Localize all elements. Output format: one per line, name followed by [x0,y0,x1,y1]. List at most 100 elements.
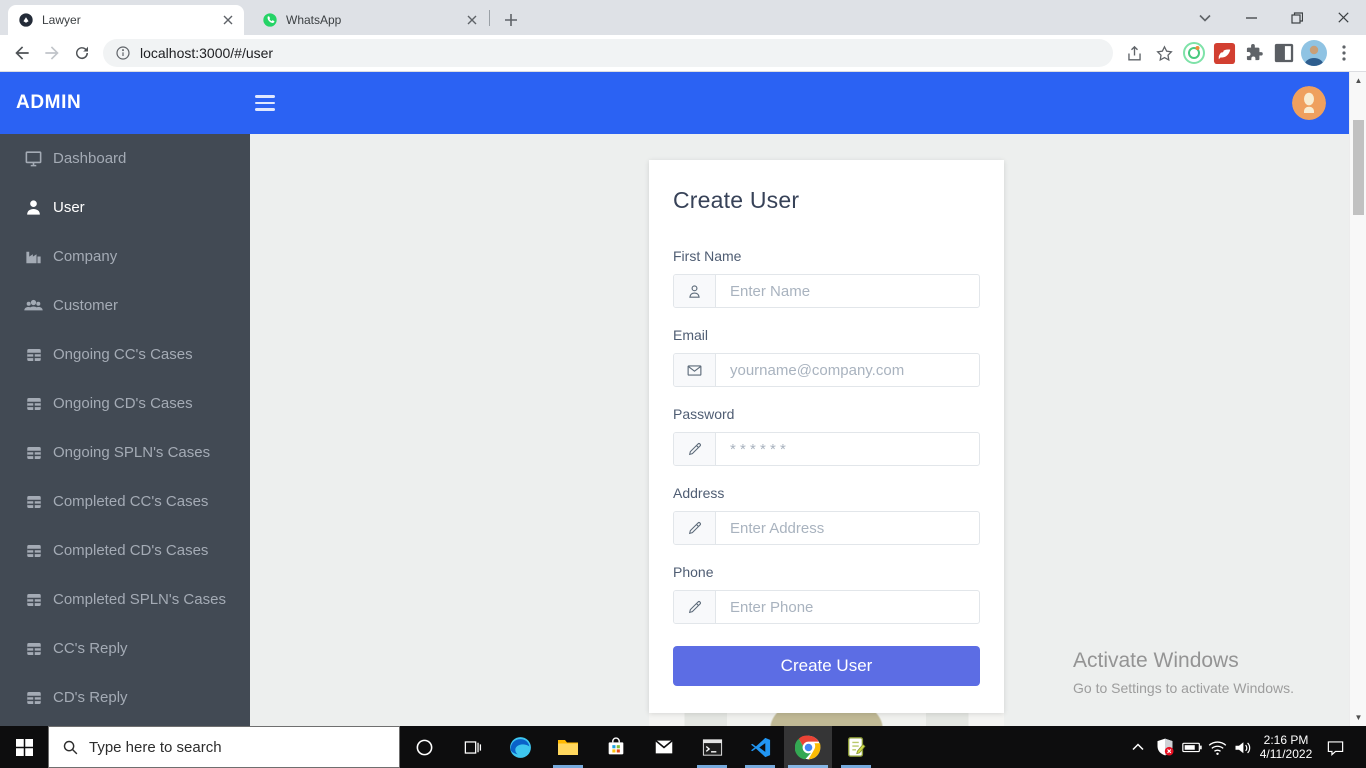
sidebar-item-dashboard[interactable]: Dashboard [0,134,250,183]
start-button[interactable] [0,726,48,768]
text-input[interactable] [716,591,979,623]
close-window-button[interactable] [1320,0,1366,35]
page-info-icon[interactable] [115,45,131,61]
share-icon[interactable] [1119,38,1149,68]
extension-dark-icon[interactable] [1269,38,1299,68]
clock-time: 2:16 PM [1263,733,1309,747]
url-text: localhost:3000/#/user [140,45,274,61]
tab-search-chevron-icon[interactable] [1182,0,1228,35]
forward-button[interactable] [37,38,67,68]
microsoft-store-icon[interactable] [592,726,640,768]
scrollbar-up-arrow[interactable]: ▲ [1350,72,1366,89]
table-icon [23,638,44,659]
extensions-puzzle-icon[interactable] [1239,38,1269,68]
reload-button[interactable] [67,38,97,68]
taskbar-search[interactable] [48,726,400,768]
sidebar-item-label: User [53,199,85,216]
whatsapp-favicon-icon [262,12,278,28]
people-icon [23,295,44,316]
text-input[interactable] [716,275,979,307]
cortana-icon[interactable] [400,726,448,768]
command-prompt-icon[interactable] [688,726,736,768]
sidebar-item-ongoing-cc-s-cases[interactable]: Ongoing CC's Cases [0,330,250,379]
taskbar-search-input[interactable] [89,738,359,756]
sidebar-item-cd-s-reply[interactable]: CD's Reply [0,673,250,722]
table-icon [23,393,44,414]
page-viewport: ADMIN Dashboard User Company Customer On… [0,72,1366,726]
tab-close-icon[interactable] [464,12,480,28]
wifi-icon[interactable] [1205,726,1229,768]
tab-close-icon[interactable] [220,12,236,28]
vscode-icon[interactable] [736,726,784,768]
tray-chevron-up-icon[interactable] [1126,726,1150,768]
form-group-first-name: First Name [673,249,980,308]
screen: Lawyer WhatsApp localhost:3000/#/user AD… [0,0,1366,768]
sidebar-item-label: Ongoing SPLN's Cases [53,444,211,461]
scrollbar-down-arrow[interactable]: ▼ [1350,709,1366,726]
text-input[interactable] [716,433,979,465]
sidebar-item-ongoing-cd-s-cases[interactable]: Ongoing CD's Cases [0,379,250,428]
extension-green-icon[interactable] [1179,38,1209,68]
sidebar-item-label: Ongoing CC's Cases [53,346,193,363]
browser-profile-avatar[interactable] [1299,38,1329,68]
scrollbar-thumb[interactable] [1353,120,1364,215]
sidebar-item-ongoing-spln-s-cases[interactable]: Ongoing SPLN's Cases [0,428,250,477]
chrome-icon[interactable] [784,726,832,768]
notepad-plus-plus-icon[interactable] [832,726,880,768]
table-icon [23,344,44,365]
volume-icon[interactable] [1230,726,1254,768]
monitor-icon [23,148,44,169]
form-group-address: Address [673,486,980,545]
sidebar-item-company[interactable]: Company [0,232,250,281]
restore-button[interactable] [1274,0,1320,35]
page-scrollbar[interactable]: ▲ ▼ [1349,72,1366,726]
watermark-subtitle: Go to Settings to activate Windows. [1073,680,1294,696]
text-input[interactable] [716,512,979,544]
input-group [673,511,980,545]
defender-alert-icon[interactable] [1153,726,1177,768]
table-icon [23,491,44,512]
input-group [673,274,980,308]
pencil-icon [674,591,716,623]
taskbar-clock[interactable]: 2:16 PM 4/11/2022 [1256,726,1316,768]
clock-date: 4/11/2022 [1259,747,1313,761]
new-tab-button[interactable] [498,7,524,33]
browser-menu-kebab-icon[interactable] [1329,38,1359,68]
create-user-card: Create User First Name Email [649,160,1004,713]
activate-windows-watermark: Activate Windows Go to Settings to activ… [1073,648,1294,697]
sidebar-item-user[interactable]: User [0,183,250,232]
file-explorer-icon[interactable] [544,726,592,768]
input-group [673,590,980,624]
sidebar-item-label: Completed CC's Cases [53,493,209,510]
main-content: Create User First Name Email [250,134,1349,726]
mail-icon[interactable] [640,726,688,768]
sidebar-toggle-hamburger-icon[interactable] [255,95,275,111]
sidebar-item-customer[interactable]: Customer [0,281,250,330]
sidebar-item-cc-s-reply[interactable]: CC's Reply [0,624,250,673]
battery-icon[interactable] [1180,726,1204,768]
extension-red-icon[interactable] [1209,38,1239,68]
text-input[interactable] [716,354,979,386]
edge-icon[interactable] [496,726,544,768]
pencil-icon [674,512,716,544]
sidebar-item-completed-cc-s-cases[interactable]: Completed CC's Cases [0,477,250,526]
user-avatar[interactable] [1292,86,1326,120]
action-center-icon[interactable] [1320,726,1350,768]
browser-tab-whatsapp[interactable]: WhatsApp [252,5,488,35]
table-icon [23,540,44,561]
field-label: First Name [673,248,742,264]
minimize-button[interactable] [1228,0,1274,35]
bookmark-star-icon[interactable] [1149,38,1179,68]
factory-icon [23,246,44,267]
url-bar[interactable]: localhost:3000/#/user [103,39,1113,67]
input-group [673,353,980,387]
task-view-icon[interactable] [448,726,496,768]
app-brand: ADMIN [16,92,82,113]
browser-tab-lawyer[interactable]: Lawyer [8,5,244,35]
create-user-button[interactable]: Create User [673,646,980,686]
person-icon [23,197,44,218]
person-outline-icon [674,275,716,307]
sidebar-item-completed-cd-s-cases[interactable]: Completed CD's Cases [0,526,250,575]
sidebar-item-completed-spln-s-cases[interactable]: Completed SPLN's Cases [0,575,250,624]
back-button[interactable] [7,38,37,68]
